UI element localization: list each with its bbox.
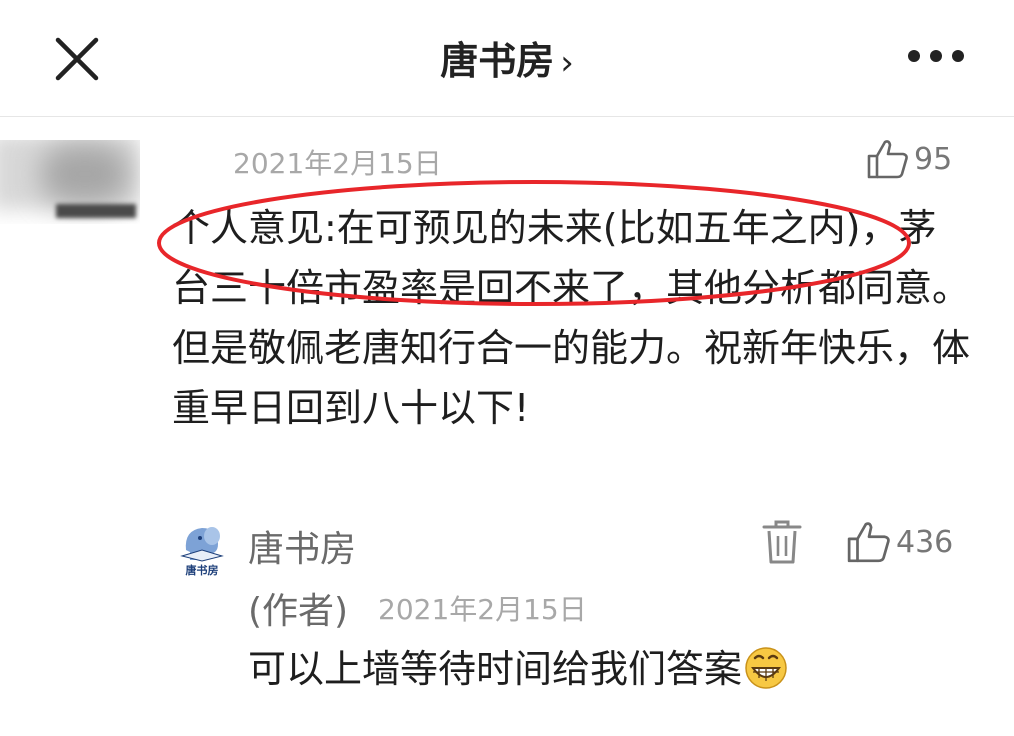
more-icon-dot [952, 50, 964, 62]
page-title: 唐书房 [440, 39, 555, 83]
author-tag: (作者) [248, 591, 349, 632]
thumbs-up-icon [867, 140, 908, 179]
reply-date: 2021年2月15日 [378, 593, 587, 626]
avatar-blur [40, 144, 130, 204]
thumbs-up-icon [847, 522, 890, 563]
elephant-logo-icon [180, 527, 224, 562]
reply-author-name[interactable]: 唐书房 [248, 520, 356, 572]
reply-text: 可以上墙等待时间给我们答案 [248, 647, 743, 691]
more-button[interactable] [908, 50, 966, 64]
delete-button[interactable] [762, 518, 802, 566]
author-avatar-label: 唐书房 [185, 564, 219, 577]
comment-like-count: 95 [914, 141, 953, 177]
red-highlight-ellipse [157, 180, 911, 306]
reply-like-count: 436 [896, 524, 954, 560]
avatar-blur [56, 204, 136, 218]
author-avatar[interactable]: 唐书房 [178, 520, 226, 578]
more-icon [908, 50, 920, 62]
more-icon-dot [930, 50, 942, 62]
page-title-link[interactable]: 唐书房 › [0, 30, 1014, 85]
reply-like-button[interactable]: 436 [846, 520, 953, 568]
grinning-face-emoji [744, 646, 788, 699]
chevron-right-icon: › [560, 43, 574, 83]
commenter-avatar-blurred[interactable] [0, 140, 140, 224]
top-bar: 唐书房 › [0, 0, 1014, 117]
trash-icon [762, 520, 802, 564]
reply-text-row: 可以上墙等待时间给我们答案 [248, 638, 788, 699]
